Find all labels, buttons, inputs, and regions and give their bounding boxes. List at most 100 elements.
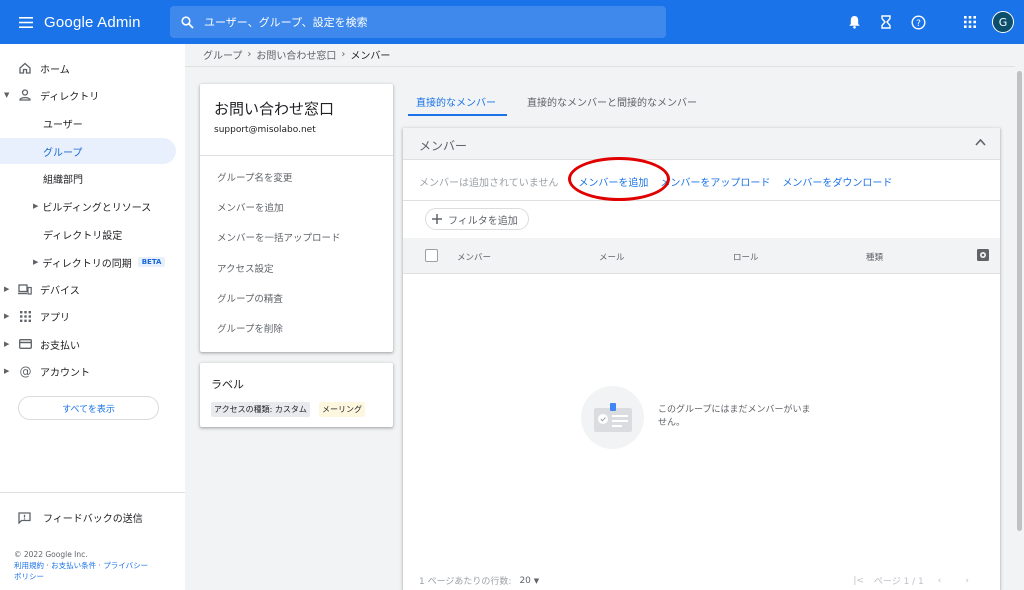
expand-right-icon: ▶ [4,285,10,293]
sidebar-item-billing[interactable]: ▶ お支払い [0,331,176,357]
members-panel-header[interactable]: メンバー [403,128,1000,160]
sidebar-item-directory-sync[interactable]: ▶ ディレクトリの同期 BETA [0,249,176,275]
sidebar-item-home[interactable]: ホーム [0,55,176,81]
chevron-right-icon: › [247,49,252,60]
group-info-card: お問い合わせ窓口 support@misolabo.net グループ名を変更 メ… [200,84,393,352]
tab-direct-members[interactable]: 直接的なメンバー [416,94,496,109]
table-header: メンバー メール ロール 種類 [403,238,1000,274]
top-bar: Google Admin ユーザー、グループ、設定を検索 ? G [0,0,1024,44]
no-members-text: メンバーは追加されていません [419,178,559,189]
feedback-link[interactable]: フィードバックの送信 [18,510,143,525]
sidebar-item-directory[interactable]: ▼ ディレクトリ [0,82,176,108]
rename-group-action[interactable]: グループ名を変更 [217,170,292,184]
card-divider [200,155,393,156]
copyright-footer: © 2022 Google Inc. 利用規約 · お支払い条件 · プライバシ… [14,550,149,581]
search-box[interactable]: ユーザー、グループ、設定を検索 [170,6,666,38]
rows-per-page-label: 1 ページあたりの行数: [419,577,512,587]
expand-right-icon: ▶ [33,202,39,210]
empty-state-illustration [581,386,644,449]
bell-icon [848,16,860,29]
upload-members-link[interactable]: メンバーをアップロード [660,174,770,189]
delete-group-action[interactable]: グループを削除 [217,321,283,335]
empty-state-text: このグループにはまだメンバーがいま せん。 [658,405,811,428]
person-icon [19,89,31,101]
policy-link[interactable]: ポリシー [14,572,44,581]
bulk-upload-action[interactable]: メンバーを一括アップロード [217,230,341,244]
column-type[interactable]: 種類 [866,251,883,263]
breadcrumb-groups[interactable]: グループ [203,47,242,62]
help-button[interactable]: ? [902,6,934,38]
gear-icon[interactable] [976,248,990,262]
sidebar-item-buildings[interactable]: ▶ ビルディングとリソース [0,193,176,219]
next-page-icon[interactable]: › [965,576,969,586]
column-email[interactable]: メール [599,251,625,263]
labels-card: ラベル アクセスの種類: カスタム メーリング [200,363,393,427]
column-role[interactable]: ロール [733,251,759,263]
group-name: お問い合わせ窓口 [214,100,335,118]
breadcrumb-divider [185,66,1015,67]
rows-per-page-select[interactable]: 20 ▼ [519,576,539,586]
terms-link[interactable]: 利用規約 [14,561,44,570]
access-settings-action[interactable]: アクセス設定 [217,261,274,275]
mailing-chip: メーリング [319,402,365,417]
sidebar-item-groups[interactable]: グループ [0,138,176,164]
members-panel: メンバー メンバーは追加されていません メンバーを追加 メンバーをアップロード … [403,128,1000,590]
pagination-bar: 1 ページあたりの行数: 20 ▼ |< ページ 1 / 1 ‹ › [419,574,989,588]
panel-divider [403,200,1000,201]
sidebar: ホーム ▼ ディレクトリ ユーザー グループ 組織部門 ▶ ビルディングとリソー… [0,44,185,590]
hourglass-icon [881,15,891,29]
add-member-action[interactable]: メンバーを追加 [217,200,284,214]
account-avatar[interactable]: G [992,11,1014,33]
sidebar-item-account[interactable]: ▶ @ アカウント [0,358,176,384]
dropdown-arrow-icon: ▼ [533,576,540,585]
page-indicator: ページ 1 / 1 [873,577,924,587]
svg-text:?: ? [916,18,921,28]
hamburger-icon [19,16,33,28]
group-email: support@misolabo.net [214,125,316,135]
svg-text:@: @ [19,365,31,378]
sidebar-divider [0,492,185,493]
sidebar-item-users[interactable]: ユーザー [0,110,176,136]
chevron-up-icon[interactable] [975,138,986,146]
download-members-link[interactable]: メンバーをダウンロード [782,174,892,189]
notifications-button[interactable] [838,6,870,38]
app-logo[interactable]: Google Admin [44,14,141,31]
member-actions-row: メンバーは追加されていません メンバーを追加 メンバーをアップロード メンバーを… [419,174,892,189]
search-input[interactable]: ユーザー、グループ、設定を検索 [204,14,368,30]
id-card-icon [593,402,632,432]
active-tab-indicator [408,114,507,116]
search-icon [180,15,194,29]
review-group-action[interactable]: グループの精査 [217,291,283,305]
prev-page-icon[interactable]: ‹ [938,576,942,586]
feedback-icon [18,511,31,524]
credit-card-icon [18,339,32,349]
add-filter-button[interactable]: フィルタを追加 [425,208,529,230]
home-icon [19,62,31,74]
tasks-button[interactable] [870,6,902,38]
apps-button[interactable] [954,6,986,38]
privacy-link[interactable]: プライバシー [103,561,148,570]
sidebar-item-org-units[interactable]: 組織部門 [0,165,176,191]
expand-down-icon: ▼ [4,91,10,99]
billing-terms-link[interactable]: お支払い条件 [51,561,96,570]
expand-right-icon: ▶ [4,312,10,320]
sidebar-item-devices[interactable]: ▶ デバイス [0,276,176,302]
tab-all-members[interactable]: 直接的なメンバーと間接的なメンバー [527,94,697,109]
sidebar-item-apps[interactable]: ▶ アプリ [0,303,176,329]
breadcrumb-group[interactable]: お問い合わせ窓口 [256,47,336,62]
page-scrollbar[interactable] [1015,67,1024,590]
main-menu-button[interactable] [6,0,46,44]
show-all-button[interactable]: すべてを表示 [18,396,159,420]
breadcrumb-current: メンバー [350,51,391,62]
help-icon: ? [910,14,926,30]
select-all-checkbox[interactable] [425,249,438,262]
labels-title: ラベル [211,378,244,391]
column-member[interactable]: メンバー [457,251,491,263]
sidebar-item-directory-settings[interactable]: ディレクトリ設定 [0,221,176,247]
members-title: メンバー [419,139,468,153]
access-type-chip: アクセスの種類: カスタム [211,402,310,417]
first-page-icon[interactable]: |< [853,576,864,586]
add-members-link[interactable]: メンバーを追加 [578,174,648,189]
breadcrumb: グループ › お問い合わせ窓口 › メンバー [203,47,390,62]
scrollbar-thumb[interactable] [1017,71,1022,531]
